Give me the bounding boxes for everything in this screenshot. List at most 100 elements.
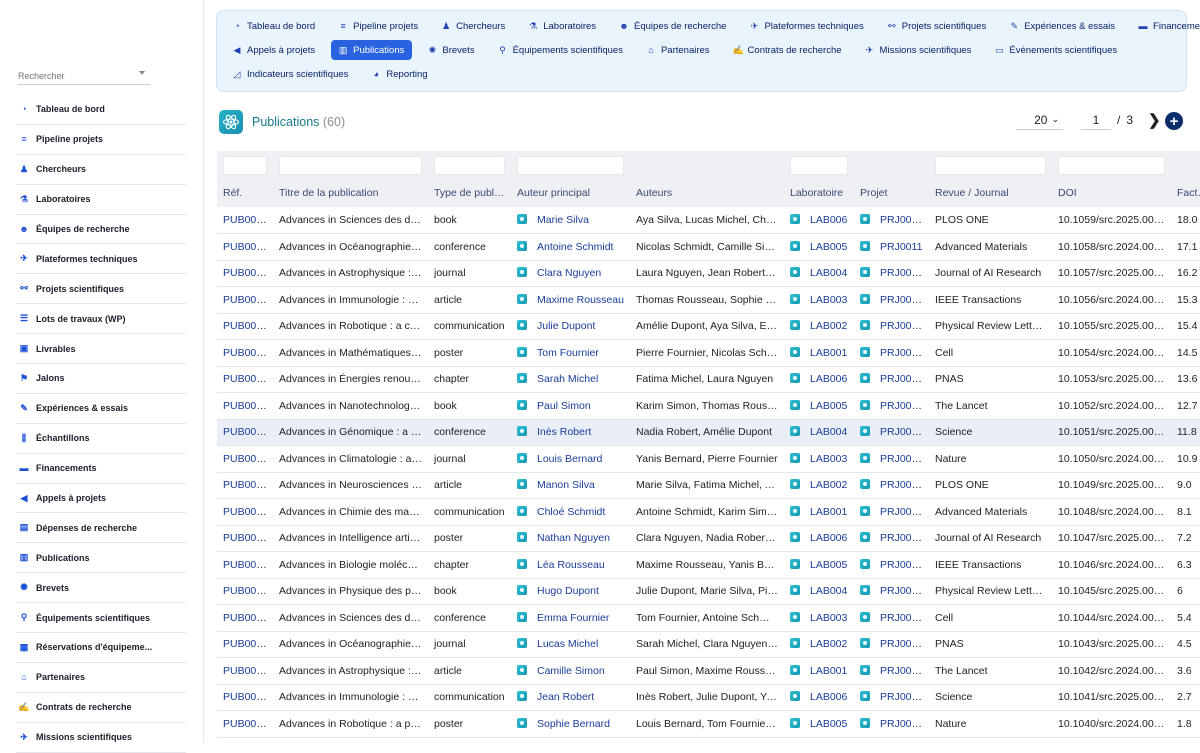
cell-value[interactable]: Nathan Nguyen [537,532,610,544]
nav-item-equipements-scientifiques[interactable]: ⚲ Équipements scientifiques [491,40,631,60]
table-row[interactable]: PUB0052 Advances in Génomique : a review c… [217,419,1200,446]
cell-value[interactable]: Antoine Schmidt [537,241,613,253]
sidebar-item-chercheurs[interactable]: ♟ Chercheurs [16,155,186,185]
sidebar-item-lots-de-travaux-wp[interactable]: ☰ Lots de travaux (WP) [16,304,186,335]
table-row[interactable]: PUB0051 Advances in Climatologie : a stud… [217,445,1200,473]
cell-value[interactable]: PUB0059 [223,241,268,253]
table-row[interactable]: PUB0046 Advances in Physique des particul… [217,578,1200,605]
column-header[interactable]: DOI [1052,179,1171,207]
table-row[interactable]: PUB0043 Advances in Astrophysique : a stu… [217,657,1200,685]
cell-value[interactable]: PUB0045 [223,612,268,624]
page-number-input[interactable]: 1 [1081,110,1111,130]
cell-value[interactable]: Lucas Michel [537,638,598,650]
cell-value[interactable]: PUB0050 [223,479,268,491]
cell-value[interactable]: PRJ0012 [880,214,923,226]
cell-value[interactable]: LAB005 [810,400,847,412]
table-row[interactable]: PUB0042 Advances in Immunologie : a revie… [217,684,1200,711]
cell-value[interactable]: LAB004 [810,267,847,279]
nav-item-reporting[interactable]: ◕ Reporting [364,64,435,84]
table-row[interactable]: PUB0041 Advances in Robotique : a poster p… [217,710,1200,738]
cell-value[interactable]: LAB005 [810,559,847,571]
chevron-down-icon[interactable] [139,71,145,75]
cell-value[interactable]: LAB006 [810,691,847,703]
sidebar-item-appels-a-projets[interactable]: ◀ Appels à projets [16,484,186,514]
sidebar-item-experiences-essais[interactable]: ✎ Expériences & essais [16,394,186,424]
cell-value[interactable]: PUB0051 [223,453,268,465]
column-header[interactable]: Facteur d'impact [1171,179,1200,207]
cell-value[interactable]: Léa Rousseau [537,559,605,571]
nav-item-indicateurs-scientifiques[interactable]: ◿ Indicateurs scientifiques [225,64,356,84]
column-filter-input[interactable] [790,155,848,175]
column-header[interactable]: Projet [854,179,929,207]
nav-item-publications[interactable]: ▥ Publications [331,40,413,60]
table-row[interactable]: PUB0044 Advances in Océanographie physiqu… [217,631,1200,658]
cell-value[interactable]: PUB0054 [223,373,268,385]
cell-value[interactable]: PUB0057 [223,294,268,306]
cell-value[interactable]: LAB005 [810,718,847,730]
cell-value[interactable]: PRJ0006 [880,373,923,385]
cell-value[interactable]: PRJ0019 [880,665,923,677]
cell-value[interactable]: LAB005 [810,241,847,253]
cell-value[interactable]: PRJ0001 [880,506,923,518]
nav-item-missions-scientifiques[interactable]: ✈ Missions scientifiques [858,40,980,60]
cell-value[interactable]: LAB002 [810,320,847,332]
cell-value[interactable]: PRJ0002 [880,479,923,491]
add-button[interactable]: + [1165,112,1183,130]
cell-value[interactable]: LAB001 [810,506,847,518]
sidebar-item-reservations-d-equipeme[interactable]: ▦ Réservations d'équipeme... [16,633,186,663]
sidebar-item-publications[interactable]: ▥ Publications [16,543,186,574]
cell-value[interactable]: LAB003 [810,453,847,465]
cell-value[interactable]: PRJ0005 [880,400,923,412]
cell-value[interactable]: PUB0042 [223,691,268,703]
cell-value[interactable]: LAB002 [810,638,847,650]
cell-value[interactable]: PRJ0004 [880,426,923,438]
nav-item-evenements-scientifiques[interactable]: ▭ Événements scientifiques [987,40,1125,60]
cell-value[interactable]: Manon Silva [537,479,595,491]
cell-value[interactable]: PRJ0021 [880,612,923,624]
cell-value[interactable]: LAB001 [810,347,847,359]
cell-value[interactable]: PUB0044 [223,638,268,650]
cell-value[interactable]: PRJ0008 [880,320,923,332]
nav-item-brevets[interactable]: ✺ Brevets [420,40,482,60]
cell-value[interactable]: PUB0048 [223,532,268,544]
cell-value[interactable]: PRJ0017 [880,718,923,730]
cell-value[interactable]: PRJ0010 [880,267,923,279]
cell-value[interactable]: PUB0049 [223,506,268,518]
sidebar-item-depenses-de-recherche[interactable]: ▤ Dépenses de recherche [16,513,186,544]
cell-value[interactable]: Hugo Dupont [537,585,599,597]
nav-item-financements[interactable]: ▬ Financements [1131,16,1200,36]
sidebar-item-equipes-de-recherche[interactable]: ☻ Équipes de recherche [16,215,186,245]
cell-value[interactable]: Sarah Michel [537,373,598,385]
cell-value[interactable]: Emma Fournier [537,612,609,624]
column-header[interactable]: Laboratoire [784,179,854,207]
table-row[interactable]: PUB0058 Advances in Astrophysique : a stu… [217,260,1200,287]
table-row[interactable]: PUB0057 Advances in Immunologie : a revie… [217,286,1200,314]
cell-value[interactable]: LAB006 [810,532,847,544]
table-row[interactable]: PUB0054 Advances in Énergies renouvelable… [217,366,1200,393]
cell-value[interactable]: Maxime Rousseau [537,294,624,306]
page-size-select[interactable]: 20 ⌄ [1016,110,1063,130]
column-header[interactable]: Revue / Journal [929,179,1052,207]
cell-value[interactable]: PUB0043 [223,665,268,677]
column-header[interactable]: Type de publication [428,179,511,207]
cell-value[interactable]: PUB0055 [223,347,268,359]
column-header[interactable]: Auteur principal [511,179,630,207]
sidebar-item-pipeline-projets[interactable]: ≡ Pipeline projets [16,125,186,155]
cell-value[interactable]: PUB0052 [223,426,268,438]
column-filter-input[interactable] [223,155,267,175]
cell-value[interactable]: PUB0047 [223,559,268,571]
cell-value[interactable]: Camille Simon [537,665,605,677]
cell-value[interactable]: PRJ0024 [880,532,923,544]
cell-value[interactable]: PRJ0020 [880,638,923,650]
cell-value[interactable]: Marie Silva [537,214,589,226]
table-row[interactable]: PUB0055 Advances in Mathématiques appliqu… [217,339,1200,367]
sidebar-item-contrats-de-recherche[interactable]: ✍ Contrats de recherche [16,693,186,723]
cell-value[interactable]: Sophie Bernard [537,718,610,730]
sidebar-item-equipements-scientifiques[interactable]: ⚲ Équipements scientifiques [16,603,186,634]
nav-item-plateformes-techniques[interactable]: ✈ Plateformes techniques [742,16,871,36]
cell-value[interactable]: Louis Bernard [537,453,602,465]
nav-item-chercheurs[interactable]: ♟ Chercheurs [434,16,513,36]
sidebar-item-echantillons[interactable]: ⫼ Échantillons [16,424,186,454]
cell-value[interactable]: PRJ0022 [880,585,923,597]
cell-value[interactable]: PUB0041 [223,718,268,730]
